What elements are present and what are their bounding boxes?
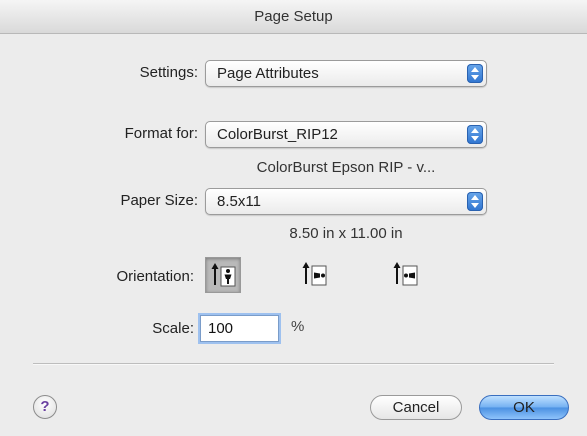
format-for-value: ColorBurst_RIP12	[217, 126, 338, 143]
settings-popup[interactable]: Page Attributes	[205, 60, 487, 87]
paper-size-value: 8.5x11	[217, 193, 261, 210]
popup-arrows-icon	[467, 192, 483, 211]
format-for-popup[interactable]: ColorBurst_RIP12	[205, 121, 487, 148]
paper-dimensions: 8.50 in x 11.00 in	[289, 225, 403, 242]
landscape-left-icon	[302, 262, 327, 286]
window-title: Page Setup	[254, 8, 333, 25]
printer-description: ColorBurst Epson RIP - v...	[256, 159, 436, 176]
scale-unit: %	[291, 318, 305, 335]
orientation-label: Orientation:	[116, 268, 194, 285]
orientation-landscape-right-button[interactable]	[388, 257, 424, 293]
ok-button[interactable]: OK	[479, 395, 569, 420]
paper-size-label: Paper Size:	[120, 192, 198, 209]
popup-arrows-icon	[467, 64, 483, 83]
scale-label: Scale:	[152, 320, 194, 337]
landscape-right-icon	[393, 262, 418, 286]
orientation-landscape-left-button[interactable]	[297, 257, 333, 293]
orientation-portrait-button[interactable]	[205, 257, 241, 293]
paper-size-popup[interactable]: 8.5x11	[205, 188, 487, 215]
settings-value: Page Attributes	[217, 65, 319, 82]
format-for-label: Format for:	[124, 125, 198, 142]
popup-arrows-icon	[467, 125, 483, 144]
help-button[interactable]: ?	[33, 395, 57, 419]
scale-input[interactable]	[200, 315, 279, 342]
separator	[33, 363, 554, 365]
page-setup-dialog: Page Setup Settings: Page Attributes For…	[0, 0, 587, 436]
settings-label: Settings:	[139, 64, 198, 81]
cancel-button[interactable]: Cancel	[370, 395, 462, 420]
title-bar[interactable]: Page Setup	[0, 0, 587, 34]
portrait-icon	[211, 263, 236, 287]
